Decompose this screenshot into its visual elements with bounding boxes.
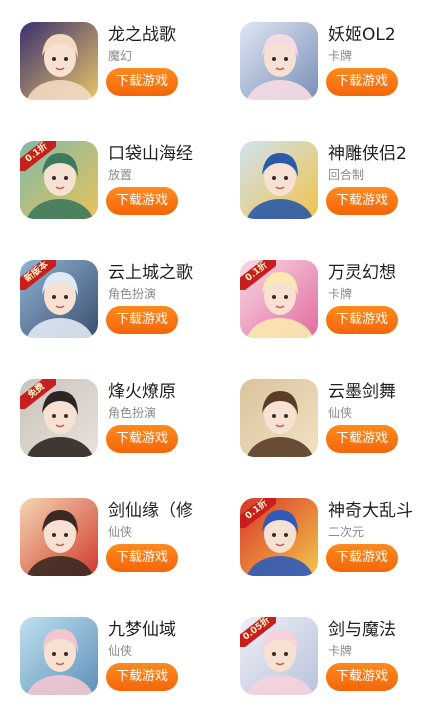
wonder-brawl-icon[interactable]: 0.1折	[240, 498, 318, 576]
download-game-button[interactable]: 下载游戏	[326, 187, 398, 215]
discount-badge-label: 0.1折	[20, 141, 56, 171]
game-card[interactable]: 神雕侠侣2 回合制下载游戏	[240, 141, 430, 223]
game-genre: 放置	[108, 168, 133, 182]
game-genre: 角色扮演	[108, 406, 157, 420]
game-title[interactable]: 万灵幻想	[328, 262, 396, 284]
nine-dreams-icon[interactable]	[20, 617, 98, 695]
sword-immortal-icon[interactable]	[20, 498, 98, 576]
game-title[interactable]: 云墨剑舞	[328, 381, 396, 403]
spirit-fantasy-icon[interactable]: 0.1折	[240, 260, 318, 338]
download-game-button[interactable]: 下载游戏	[106, 187, 178, 215]
discount-badge-label: 0.1折	[240, 260, 276, 290]
game-genre: 仙侠	[108, 525, 133, 539]
game-title[interactable]: 剑仙缘（修	[108, 500, 193, 522]
game-genre: 卡牌	[328, 287, 353, 301]
download-game-button[interactable]: 下载游戏	[326, 663, 398, 691]
download-game-button[interactable]: 下载游戏	[106, 663, 178, 691]
game-title[interactable]: 龙之战歌	[108, 24, 176, 46]
discount-badge-label: 0.1折	[240, 498, 276, 528]
pocket-shanhai-icon[interactable]: 0.1折	[20, 141, 98, 219]
cloud-city-song-icon[interactable]: 新版本	[20, 260, 98, 338]
game-title[interactable]: 妖姬OL2	[328, 24, 396, 46]
discount-badge-label: 新版本	[20, 260, 56, 290]
game-card[interactable]: 龙之战歌魔幻下载游戏	[20, 22, 210, 104]
game-title[interactable]: 剑与魔法	[328, 619, 396, 641]
download-game-button[interactable]: 下载游戏	[106, 544, 178, 572]
game-card[interactable]: 剑仙缘（修仙侠下载游戏	[20, 498, 210, 580]
game-genre: 仙侠	[108, 644, 133, 658]
game-genre: 回合制	[328, 168, 365, 182]
download-game-button[interactable]: 下载游戏	[106, 68, 178, 96]
discount-badge: 0.05折	[240, 617, 276, 647]
game-title[interactable]: 九梦仙域	[108, 619, 176, 641]
discount-badge: 免费	[20, 379, 56, 409]
discount-badge-label: 免费	[20, 379, 56, 409]
discount-badge-label: 0.05折	[240, 617, 276, 647]
sword-magic-icon[interactable]: 0.05折	[240, 617, 318, 695]
download-game-button[interactable]: 下载游戏	[326, 544, 398, 572]
game-title[interactable]: 神奇大乱斗	[328, 500, 413, 522]
game-card[interactable]: 云墨剑舞仙侠下载游戏	[240, 379, 430, 461]
game-card[interactable]: 妖姬OL2 卡牌下载游戏	[240, 22, 430, 104]
discount-badge: 新版本	[20, 260, 56, 290]
download-game-button[interactable]: 下载游戏	[106, 306, 178, 334]
download-game-button[interactable]: 下载游戏	[326, 425, 398, 453]
game-title[interactable]: 烽火燎原	[108, 381, 176, 403]
game-card[interactable]: 免费 烽火燎原角色扮演下载游戏	[20, 379, 210, 461]
game-genre: 卡牌	[328, 644, 353, 658]
game-card[interactable]: 0.1折 口袋山海经放置下载游戏	[20, 141, 210, 223]
download-game-button[interactable]: 下载游戏	[326, 68, 398, 96]
download-game-button[interactable]: 下载游戏	[106, 425, 178, 453]
discount-badge: 0.1折	[20, 141, 56, 171]
game-card[interactable]: 新版本 云上城之歌角色扮演下载游戏	[20, 260, 210, 342]
game-title[interactable]: 神雕侠侣2	[328, 143, 407, 165]
game-card[interactable]: 九梦仙域仙侠下载游戏	[20, 617, 210, 699]
game-grid: 龙之战歌 魔幻 下载游戏 妖姬OL2 卡牌 下载游戏 0.1折 口袋山海经 放置 下载游戏 神雕侠侣…	[0, 0, 432, 720]
game-card[interactable]: 0.1折 万灵幻想卡牌下载游戏	[240, 260, 430, 342]
game-genre: 魔幻	[108, 49, 133, 63]
beacon-fire-icon[interactable]: 免费	[20, 379, 98, 457]
download-game-button[interactable]: 下载游戏	[326, 306, 398, 334]
game-genre: 二次元	[328, 525, 365, 539]
discount-badge: 0.1折	[240, 260, 276, 290]
game-genre: 卡牌	[328, 49, 353, 63]
game-card[interactable]: 0.1折 神奇大乱斗二次元下载游戏	[240, 498, 430, 580]
demon-concubine-icon[interactable]	[240, 22, 318, 100]
cloud-ink-sword-icon[interactable]	[240, 379, 318, 457]
game-genre: 仙侠	[328, 406, 353, 420]
game-title[interactable]: 口袋山海经	[108, 143, 193, 165]
game-title[interactable]: 云上城之歌	[108, 262, 193, 284]
condor-heroes-icon[interactable]	[240, 141, 318, 219]
game-genre: 角色扮演	[108, 287, 157, 301]
discount-badge: 0.1折	[240, 498, 276, 528]
game-card[interactable]: 0.05折 剑与魔法卡牌下载游戏	[240, 617, 430, 699]
dragon-warsong-icon[interactable]	[20, 22, 98, 100]
